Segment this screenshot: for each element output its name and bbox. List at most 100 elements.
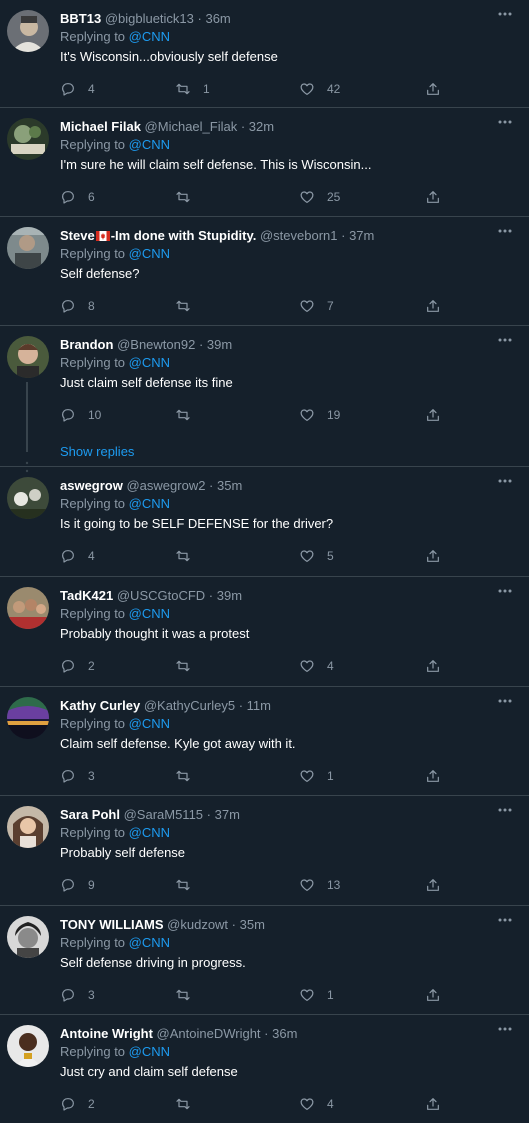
retweet-button[interactable]	[175, 406, 203, 424]
reply-button[interactable]: 3	[60, 986, 95, 1004]
display-name[interactable]: Kathy Curley	[60, 698, 140, 713]
avatar[interactable]	[7, 916, 49, 958]
share-button[interactable]	[425, 767, 441, 785]
timestamp[interactable]: 39m	[217, 588, 242, 603]
user-handle[interactable]: @USCGtoCFD	[117, 588, 205, 603]
like-button[interactable]: 42	[299, 80, 340, 98]
display-name[interactable]: Steve -Im done with Stupidity.	[60, 228, 256, 243]
tweet[interactable]: Brandon @Bnewton92 · 39m Replying to @CN…	[0, 326, 529, 481]
timestamp[interactable]: 37m	[215, 807, 240, 822]
share-button[interactable]	[425, 80, 441, 98]
share-button[interactable]	[425, 188, 441, 206]
like-button[interactable]: 4	[299, 1095, 334, 1113]
user-handle[interactable]: @Michael_Filak	[145, 119, 238, 134]
share-button[interactable]	[425, 657, 441, 675]
tweet[interactable]: TadK421 @USCGtoCFD · 39m Replying to @CN…	[0, 577, 529, 687]
display-name[interactable]: aswegrow	[60, 478, 123, 493]
display-name[interactable]: Brandon	[60, 337, 113, 352]
retweet-button[interactable]	[175, 986, 203, 1004]
show-replies-link[interactable]: Show replies	[60, 442, 134, 462]
more-options-icon[interactable]	[497, 914, 513, 926]
more-options-icon[interactable]	[497, 334, 513, 346]
display-name[interactable]: Antoine Wright	[60, 1026, 153, 1041]
reply-button[interactable]: 3	[60, 767, 95, 785]
retweet-button[interactable]	[175, 297, 203, 315]
avatar[interactable]	[7, 10, 49, 52]
mention-link[interactable]: @CNN	[129, 716, 170, 731]
more-options-icon[interactable]	[497, 585, 513, 597]
reply-button[interactable]: 2	[60, 657, 95, 675]
tweet[interactable]: Antoine Wright @AntoineDWright · 36m Rep…	[0, 1015, 529, 1123]
like-button[interactable]: 25	[299, 188, 340, 206]
timestamp[interactable]: 32m	[249, 119, 274, 134]
tweet[interactable]: BBT13 @bigbluetick13 · 36m Replying to @…	[0, 0, 529, 108]
reply-button[interactable]: 9	[60, 876, 95, 894]
avatar[interactable]	[7, 227, 49, 269]
more-options-icon[interactable]	[497, 225, 513, 237]
like-button[interactable]: 1	[299, 986, 334, 1004]
user-handle[interactable]: @KathyCurley5	[144, 698, 235, 713]
more-options-icon[interactable]	[497, 116, 513, 128]
user-handle[interactable]: @kudzowt	[167, 917, 228, 932]
retweet-button[interactable]	[175, 1095, 203, 1113]
more-options-icon[interactable]	[497, 8, 513, 20]
more-options-icon[interactable]	[497, 695, 513, 707]
user-handle[interactable]: @SaraM5115	[124, 807, 203, 822]
reply-button[interactable]: 4	[60, 547, 95, 565]
timestamp[interactable]: 36m	[272, 1026, 297, 1041]
like-button[interactable]: 19	[299, 406, 340, 424]
retweet-button[interactable]	[175, 547, 203, 565]
display-name[interactable]: TadK421	[60, 588, 113, 603]
tweet[interactable]: Kathy Curley @KathyCurley5 · 11m Replyin…	[0, 687, 529, 796]
tweet[interactable]: Steve -Im done with Stupidity. @steveborn…	[0, 217, 529, 326]
retweet-button[interactable]: 1	[175, 80, 210, 98]
timestamp[interactable]: 39m	[207, 337, 232, 352]
avatar[interactable]	[7, 806, 49, 848]
tweet[interactable]: aswegrow @aswegrow2 · 35m Replying to @C…	[0, 467, 529, 577]
retweet-button[interactable]	[175, 657, 203, 675]
user-handle[interactable]: @aswegrow2	[126, 478, 205, 493]
mention-link[interactable]: @CNN	[129, 496, 170, 511]
mention-link[interactable]: @CNN	[129, 935, 170, 950]
timestamp[interactable]: 37m	[349, 228, 374, 243]
user-handle[interactable]: @Bnewton92	[117, 337, 195, 352]
user-handle[interactable]: @AntoineDWright	[157, 1026, 261, 1041]
timestamp[interactable]: 35m	[217, 478, 242, 493]
more-options-icon[interactable]	[497, 1023, 513, 1035]
reply-button[interactable]: 8	[60, 297, 95, 315]
mention-link[interactable]: @CNN	[129, 29, 170, 44]
retweet-button[interactable]	[175, 767, 203, 785]
display-name[interactable]: BBT13	[60, 11, 101, 26]
share-button[interactable]	[425, 547, 441, 565]
more-options-icon[interactable]	[497, 804, 513, 816]
tweet[interactable]: Sara Pohl @SaraM5115 · 37m Replying to @…	[0, 796, 529, 906]
display-name[interactable]: TONY WILLIAMS	[60, 917, 164, 932]
avatar[interactable]	[7, 587, 49, 629]
tweet[interactable]: TONY WILLIAMS @kudzowt · 35m Replying to…	[0, 906, 529, 1015]
share-button[interactable]	[425, 406, 441, 424]
display-name[interactable]: Sara Pohl	[60, 807, 120, 822]
share-button[interactable]	[425, 1095, 441, 1113]
like-button[interactable]: 1	[299, 767, 334, 785]
timestamp[interactable]: 11m	[247, 698, 271, 713]
tweet[interactable]: Michael Filak @Michael_Filak · 32m Reply…	[0, 108, 529, 217]
retweet-button[interactable]	[175, 876, 203, 894]
like-button[interactable]: 4	[299, 657, 334, 675]
mention-link[interactable]: @CNN	[129, 1044, 170, 1059]
reply-button[interactable]: 6	[60, 188, 95, 206]
reply-button[interactable]: 10	[60, 406, 101, 424]
avatar[interactable]	[7, 697, 49, 739]
timestamp[interactable]: 35m	[240, 917, 265, 932]
like-button[interactable]: 5	[299, 547, 334, 565]
user-handle[interactable]: @steveborn1	[260, 228, 338, 243]
mention-link[interactable]: @CNN	[129, 825, 170, 840]
avatar[interactable]	[7, 1025, 49, 1067]
retweet-button[interactable]	[175, 188, 203, 206]
reply-button[interactable]: 2	[60, 1095, 95, 1113]
timestamp[interactable]: 36m	[205, 11, 230, 26]
avatar[interactable]	[7, 477, 49, 519]
display-name[interactable]: Michael Filak	[60, 119, 141, 134]
mention-link[interactable]: @CNN	[129, 355, 170, 370]
more-options-icon[interactable]	[497, 475, 513, 487]
avatar[interactable]	[7, 336, 49, 378]
